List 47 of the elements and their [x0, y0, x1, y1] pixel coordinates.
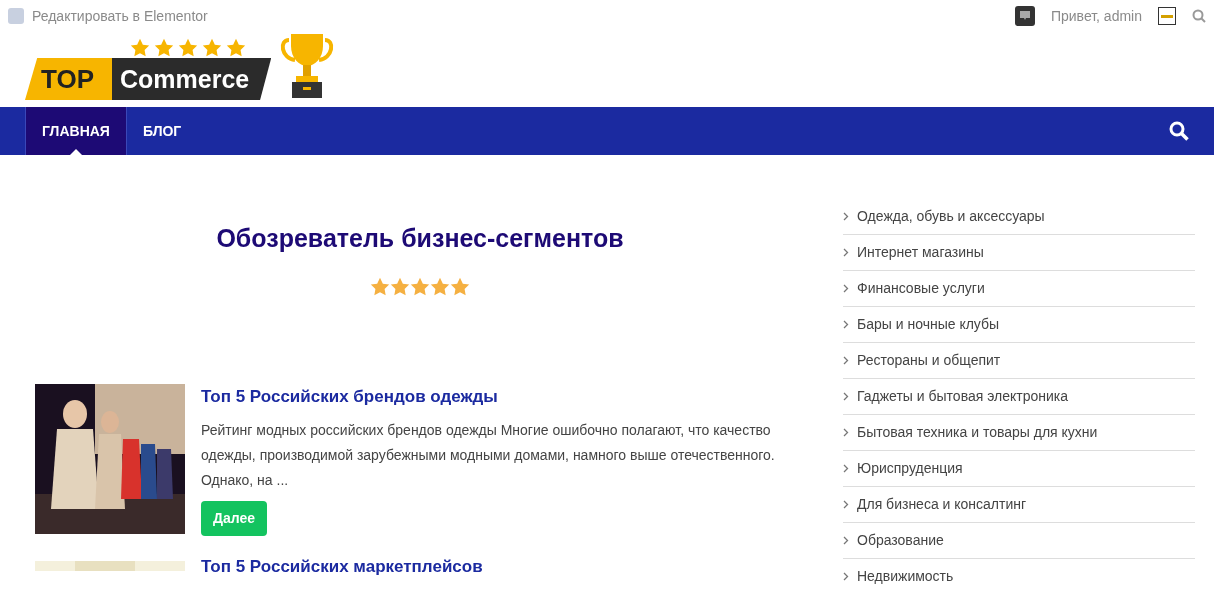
edit-link[interactable]: Редактировать в Elementor: [32, 5, 208, 27]
star-icon: [390, 277, 410, 297]
sidebar-link[interactable]: Рестораны и общепит: [843, 343, 1195, 379]
star-icon: [410, 277, 430, 297]
chevron-icon: [843, 356, 849, 365]
chevron-icon: [843, 320, 849, 329]
nav-tab[interactable]: ГЛАВНАЯ: [25, 107, 127, 155]
chevron-icon: [843, 212, 849, 221]
star-icon: [226, 38, 246, 58]
comment-icon[interactable]: [1014, 6, 1035, 26]
sidebar-link[interactable]: Юриспруденция: [843, 451, 1195, 487]
sidebar-link[interactable]: Бары и ночные клубы: [843, 307, 1195, 343]
star-icon: [450, 277, 470, 297]
post-title[interactable]: Топ 5 Российских маркетплейсов: [201, 553, 483, 579]
pointer-icon: [69, 149, 82, 155]
sidebar-link[interactable]: Образование: [843, 523, 1195, 559]
search-icon[interactable]: [1169, 121, 1189, 141]
star-icon: [154, 38, 174, 58]
chevron-icon: [843, 428, 849, 437]
chevron-icon: [843, 392, 849, 401]
star-icon: [370, 277, 390, 297]
sidebar-link[interactable]: Финансовые услуги: [843, 271, 1195, 307]
post-title[interactable]: Топ 5 Российских брендов одежды: [201, 384, 801, 410]
sidebar-link[interactable]: Бытовая техника и товары для кухни: [843, 415, 1195, 451]
sidebar-link[interactable]: Гаджеты и бытовая электроника: [843, 379, 1195, 415]
sidebar-link[interactable]: Интернет магазины: [843, 235, 1195, 271]
nav-tab[interactable]: БЛОГ: [126, 107, 198, 155]
star-icon: [430, 277, 450, 297]
sidebar-link[interactable]: Одежда, обувь и аксессуары: [843, 199, 1195, 235]
chevron-icon: [843, 284, 849, 293]
logo-text[interactable]: TOP: [25, 58, 112, 100]
star-icon: [202, 38, 222, 58]
chevron-icon: [843, 536, 849, 545]
sidebar-link[interactable]: Недвижимость: [843, 559, 1195, 591]
star-icon: [178, 38, 198, 58]
star-icon: [130, 38, 150, 58]
chevron-icon: [843, 572, 849, 581]
page-title: Обозреватель бизнес-сегментов: [216, 223, 624, 253]
chevron-icon: [843, 500, 849, 509]
greeting-text[interactable]: Привет, admin: [1050, 5, 1142, 27]
chevron-icon: [843, 464, 849, 473]
chevron-icon: [843, 248, 849, 257]
logo-text[interactable]: Commerce: [112, 58, 272, 100]
post-excerpt: Рейтинг модных российских брендов одежды Многие ошибочно полагают, что качество одежды, производимой зарубежными модными домами, намного выше отечественного. Однако, на ...: [201, 420, 776, 490]
trophy-icon: [279, 32, 336, 100]
avatar-icon[interactable]: [1158, 7, 1176, 25]
sidebar-link[interactable]: Для бизнеса и консалтинг: [843, 487, 1195, 523]
